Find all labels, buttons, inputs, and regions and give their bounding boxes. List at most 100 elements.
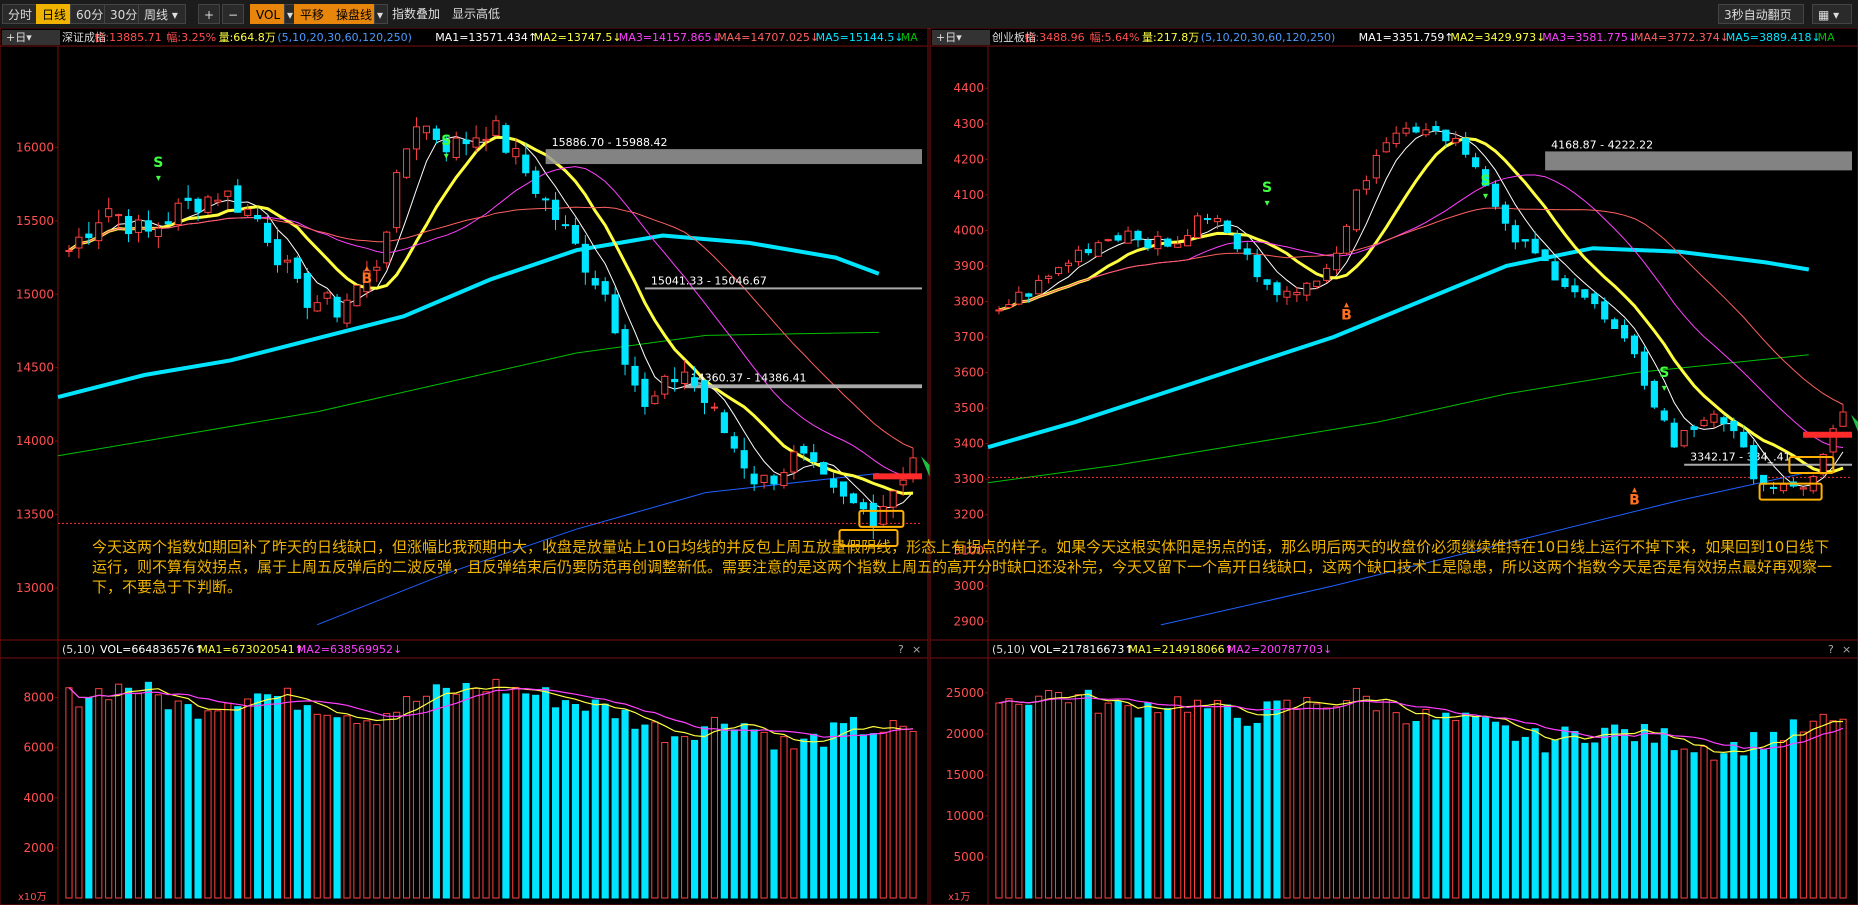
candle-body [154, 227, 162, 238]
vol-tick-label: 25000 [946, 686, 984, 700]
volume-bar [204, 710, 212, 899]
period-button-daily[interactable]: 日线 [36, 4, 73, 24]
candle-body [1601, 301, 1609, 320]
volume-bar [1372, 710, 1380, 899]
volume-bar [1561, 726, 1569, 899]
show-high-low-button[interactable]: 显示高低 [452, 4, 500, 24]
candle-body [995, 309, 1003, 312]
candle-body [174, 202, 182, 226]
period-button-weekly[interactable]: 周线 ▾ [138, 4, 186, 24]
plate-dropdown-icon[interactable]: ▾ [374, 4, 388, 24]
volume-bar [1740, 755, 1748, 899]
vol-unit: x1万 [948, 892, 970, 903]
volume-bar [105, 699, 113, 899]
volume-bar [283, 687, 292, 899]
y-tick-label: 2900 [953, 614, 984, 628]
candle-body [1352, 189, 1361, 231]
candle-body [1561, 278, 1569, 287]
volume-bar [1432, 719, 1440, 899]
volume-bar [1481, 717, 1490, 899]
volume-bar [1730, 742, 1738, 899]
header-info-7: MA3=14157.865↓ [619, 31, 721, 44]
pan-button[interactable]: 平移 [294, 4, 331, 24]
indicator-select[interactable]: VOL [250, 4, 288, 24]
header-info-4: (5,10,20,30,60,120,250) [277, 31, 412, 44]
volume-bar [1760, 749, 1768, 899]
candle-body [1491, 183, 1500, 207]
candle-body [393, 172, 401, 229]
candle-body [164, 221, 172, 225]
volume-bar [1640, 724, 1649, 899]
candle-body [244, 208, 252, 216]
candle-body [1333, 252, 1341, 271]
volume-bar [1660, 728, 1668, 899]
candle-body [1372, 154, 1380, 179]
sell-signal: S [1262, 180, 1272, 196]
period-button-minute[interactable]: 分时 [2, 4, 39, 24]
volume-bar [810, 733, 818, 899]
candle-body [65, 249, 73, 252]
resistance-marker [873, 473, 922, 480]
candle-body [651, 395, 659, 405]
candle-body [631, 365, 639, 386]
volume-bar [432, 684, 440, 899]
header-info-8: MA4=14707.025↓ [717, 31, 819, 44]
candle-body [194, 198, 202, 213]
auto-page-select[interactable]: 3秒自动翻页 ▾ [1718, 4, 1804, 42]
volume-bar [1263, 701, 1271, 899]
volume-bar [1402, 723, 1410, 899]
volume-bar [1124, 705, 1132, 899]
candle-body [1342, 225, 1351, 254]
volume-bar [1213, 699, 1222, 899]
candle-body [1253, 254, 1261, 278]
candle-body [671, 378, 679, 383]
volume-bar [1601, 727, 1609, 899]
volume-bar [164, 709, 172, 899]
candle-body [184, 197, 192, 201]
gap-label: 15041.33 - 15046.67 [651, 274, 767, 287]
volume-bar [1789, 719, 1797, 899]
candle-body [353, 284, 361, 307]
zoom-out-button[interactable]: − [222, 4, 244, 24]
left-chart-panel[interactable]: +日▾ 深证成指价:13885.71 幅:3.25% 量:664.8万 (5,10,20… [0, 28, 942, 905]
candle-body [462, 139, 470, 145]
candle-body [383, 231, 391, 264]
candle-body [472, 137, 480, 148]
header-info-10: MA [1818, 31, 1835, 44]
volume-bar [889, 720, 897, 899]
header-info-1: 价:13885.71 [94, 31, 161, 44]
volume-bar [1025, 704, 1033, 899]
volume-bar [1104, 702, 1112, 899]
header-info-10: MA [901, 31, 918, 44]
volume-bar [1114, 700, 1122, 899]
candle-body [730, 436, 738, 449]
zoom-in-button[interactable]: + [198, 4, 220, 24]
volume-bar [641, 724, 649, 899]
candle-body [1630, 335, 1639, 355]
plate-line-button[interactable]: 操盘线 [330, 4, 379, 24]
candle-body [542, 198, 550, 201]
volume-bar [174, 700, 182, 899]
candle-body [124, 215, 133, 235]
layout-menu-button[interactable]: ▦ ▾ [1812, 4, 1852, 24]
y-tick-label: 4400 [953, 81, 984, 95]
candle-body [1074, 249, 1082, 263]
volume-bar [303, 705, 311, 899]
candle-body [820, 462, 828, 475]
candle-body [1710, 413, 1718, 423]
candle-body [1521, 239, 1529, 242]
signal-arrow: ▴ [364, 263, 369, 274]
candle-body [303, 273, 311, 308]
signal-arrow: ▾ [1265, 198, 1270, 209]
volume-bar [1273, 700, 1281, 899]
volume-bar [323, 714, 331, 899]
right-chart-panel[interactable]: +日▾ 创业板指价:3488.96 幅:5.64% 量:217.8万 (5,10,20,… [929, 28, 1858, 905]
candle-body [1750, 445, 1758, 480]
volume-bar [85, 697, 93, 899]
auto-page-label: 3秒自动翻页 [1724, 8, 1792, 22]
volume-bar [1333, 706, 1341, 899]
y-tick-label: 14000 [16, 434, 54, 448]
volume-bar [671, 736, 679, 899]
index-overlay-button[interactable]: 指数叠加 [392, 4, 440, 24]
volume-bar [1472, 716, 1480, 899]
